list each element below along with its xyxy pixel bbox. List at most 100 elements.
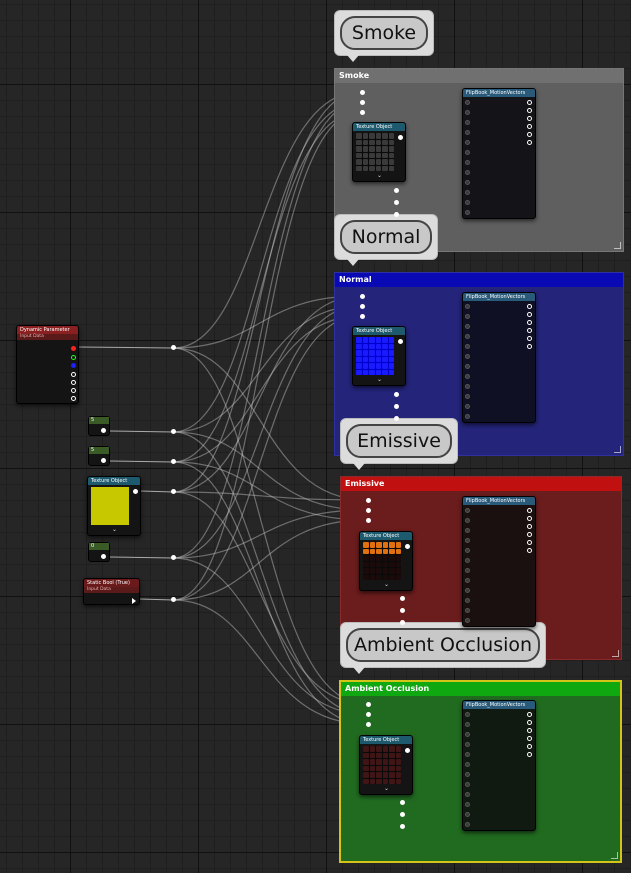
output-pin[interactable] [527, 124, 532, 129]
output-pin[interactable] [527, 100, 532, 105]
input-pin[interactable] [465, 180, 470, 185]
reroute-dot[interactable] [360, 304, 365, 309]
input-pin[interactable] [465, 374, 470, 379]
input-pin[interactable] [465, 100, 470, 105]
input-pin[interactable] [465, 618, 470, 623]
input-pin[interactable] [465, 528, 470, 533]
reroute-dot[interactable] [394, 212, 399, 217]
reroute-dot[interactable] [360, 314, 365, 319]
output-pin[interactable] [398, 339, 403, 344]
input-pin[interactable] [465, 160, 470, 165]
input-pin[interactable] [465, 608, 470, 613]
chevron-down-icon[interactable]: ⌄ [377, 172, 382, 179]
output-pin[interactable] [527, 524, 532, 529]
exec-output-arrow[interactable] [132, 598, 136, 604]
constant-node-2[interactable]: 5 [88, 446, 110, 466]
output-pin-red[interactable] [71, 346, 76, 351]
reroute-dot[interactable] [400, 620, 405, 625]
output-pin-blue[interactable] [71, 363, 76, 368]
input-pin[interactable] [465, 110, 470, 115]
chevron-down-icon[interactable]: ⌄ [112, 526, 117, 533]
reroute-dot[interactable] [366, 518, 371, 523]
input-pin[interactable] [465, 548, 470, 553]
output-pin[interactable] [527, 508, 532, 513]
texture-object-node[interactable]: Texture Object ⌄ [352, 326, 406, 386]
output-pin[interactable] [101, 428, 106, 433]
output-pin[interactable] [527, 540, 532, 545]
output-pin[interactable] [527, 132, 532, 137]
output-pin[interactable] [527, 336, 532, 341]
input-pin[interactable] [465, 558, 470, 563]
reroute-dot[interactable] [400, 608, 405, 613]
input-pin[interactable] [465, 334, 470, 339]
input-pin[interactable] [465, 324, 470, 329]
reroute-dot[interactable] [400, 596, 405, 601]
reroute-dot[interactable] [400, 824, 405, 829]
chevron-down-icon[interactable]: ⌄ [377, 376, 382, 383]
reroute-dot[interactable] [394, 404, 399, 409]
input-pin[interactable] [465, 782, 470, 787]
reroute-dot[interactable] [171, 489, 176, 494]
resize-handle[interactable] [614, 446, 621, 453]
reroute-dot[interactable] [394, 416, 399, 421]
input-pin[interactable] [465, 354, 470, 359]
output-pin[interactable] [71, 388, 76, 393]
input-pin[interactable] [465, 742, 470, 747]
flipbook-motionvectors-node[interactable]: FlipBook_MotionVectors [462, 292, 536, 423]
input-pin[interactable] [465, 508, 470, 513]
input-pin[interactable] [465, 210, 470, 215]
constant-node-1[interactable]: 5 [88, 416, 110, 436]
chevron-down-icon[interactable]: ⌄ [384, 785, 389, 792]
input-pin[interactable] [465, 812, 470, 817]
output-pin-green[interactable] [71, 355, 76, 360]
reroute-dot[interactable] [366, 498, 371, 503]
reroute-dot[interactable] [366, 712, 371, 717]
output-pin[interactable] [527, 312, 532, 317]
input-pin[interactable] [465, 130, 470, 135]
output-pin[interactable] [527, 752, 532, 757]
output-pin[interactable] [101, 458, 106, 463]
input-pin[interactable] [465, 722, 470, 727]
input-pin[interactable] [465, 772, 470, 777]
reroute-dot[interactable] [360, 100, 365, 105]
flipbook-motionvectors-node[interactable]: FlipBook_MotionVectors [462, 88, 536, 219]
output-pin[interactable] [133, 489, 138, 494]
bubble-ao[interactable]: Ambient Occlusion [340, 622, 546, 674]
output-pin[interactable] [527, 744, 532, 749]
input-pin[interactable] [465, 792, 470, 797]
bubble-smoke[interactable]: Smoke [334, 10, 434, 62]
input-pin[interactable] [465, 344, 470, 349]
texture-object-node[interactable]: Texture Object ⌄ [359, 531, 413, 591]
reroute-dot[interactable] [360, 90, 365, 95]
input-pin[interactable] [465, 802, 470, 807]
output-pin[interactable] [527, 108, 532, 113]
input-pin[interactable] [465, 304, 470, 309]
input-pin[interactable] [465, 822, 470, 827]
reroute-dot[interactable] [366, 702, 371, 707]
texture-object-node-yellow[interactable]: Texture Object ⌄ [87, 476, 141, 536]
reroute-dot[interactable] [394, 200, 399, 205]
reroute-dot[interactable] [366, 508, 371, 513]
input-pin[interactable] [465, 518, 470, 523]
output-pin[interactable] [527, 344, 532, 349]
output-pin[interactable] [71, 372, 76, 377]
input-pin[interactable] [465, 578, 470, 583]
input-pin[interactable] [465, 170, 470, 175]
output-pin[interactable] [527, 140, 532, 145]
dynamic-parameter-node[interactable]: Dynamic Parameter Input Data [16, 325, 79, 404]
reroute-dot[interactable] [366, 722, 371, 727]
reroute-dot[interactable] [171, 459, 176, 464]
texture-object-node[interactable]: Texture Object ⌄ [352, 122, 406, 182]
output-pin[interactable] [527, 532, 532, 537]
flipbook-motionvectors-node[interactable]: FlipBook_MotionVectors [462, 700, 536, 831]
reroute-dot[interactable] [394, 188, 399, 193]
output-pin[interactable] [405, 544, 410, 549]
input-pin[interactable] [465, 394, 470, 399]
input-pin[interactable] [465, 538, 470, 543]
input-pin[interactable] [465, 314, 470, 319]
output-pin[interactable] [527, 328, 532, 333]
reroute-dot[interactable] [171, 345, 176, 350]
input-pin[interactable] [465, 712, 470, 717]
output-pin[interactable] [398, 135, 403, 140]
output-pin[interactable] [527, 728, 532, 733]
